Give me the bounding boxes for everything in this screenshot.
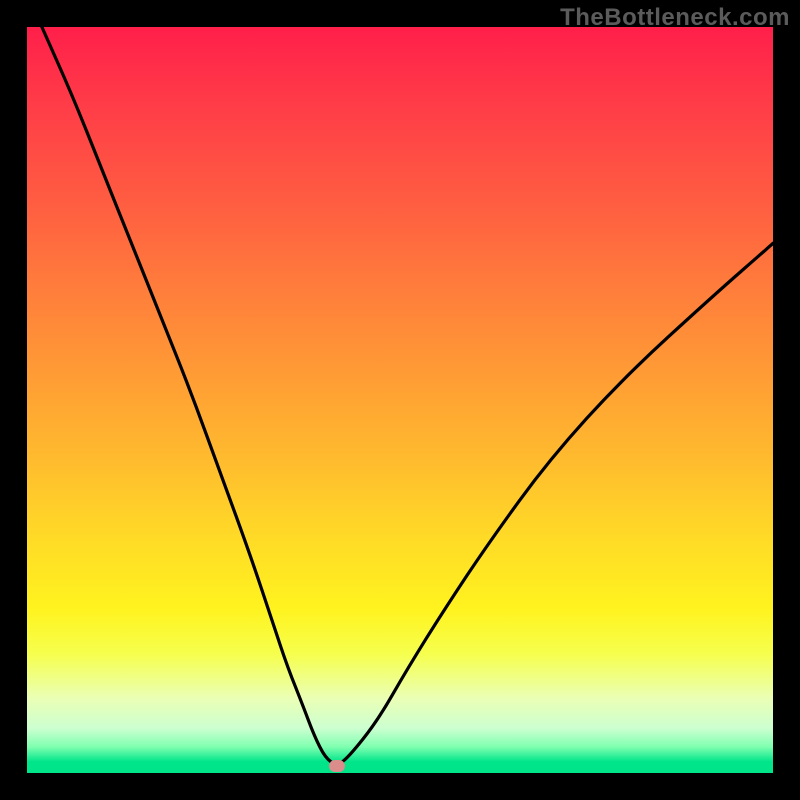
bottleneck-curve <box>27 27 773 773</box>
bottleneck-marker <box>329 760 345 772</box>
curve-path <box>42 27 773 764</box>
chart-frame: TheBottleneck.com <box>0 0 800 800</box>
plot-area <box>27 27 773 773</box>
